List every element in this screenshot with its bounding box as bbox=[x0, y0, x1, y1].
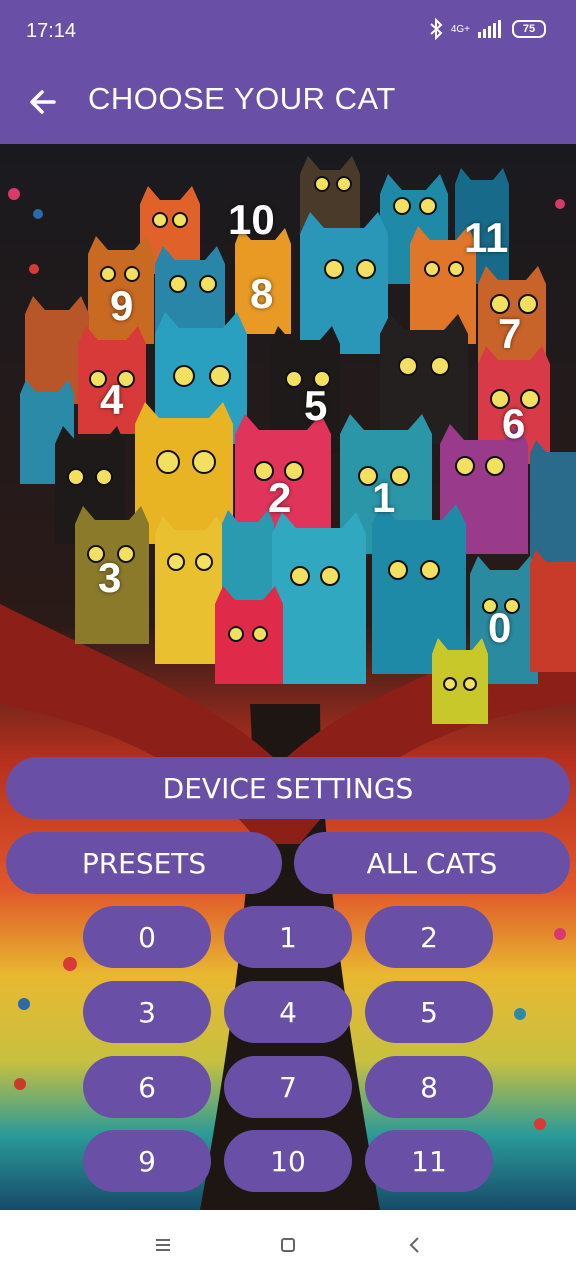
cat-number-label: 8 bbox=[250, 270, 274, 317]
all-cats-button[interactable]: ALL CATS bbox=[294, 832, 570, 894]
cat-2-button[interactable]: 2 bbox=[365, 906, 493, 968]
network-label: 4G+ bbox=[450, 23, 470, 35]
cat-number-label: 2 bbox=[268, 474, 292, 521]
cat-6-button[interactable]: 6 bbox=[83, 1056, 211, 1118]
status-bar: 17:14 4G+ 75 bbox=[0, 0, 576, 64]
status-icons: 4G+ 75 bbox=[429, 18, 546, 40]
cat-7-button[interactable]: 7 bbox=[224, 1056, 352, 1118]
cat-1-button[interactable]: 1 bbox=[224, 906, 352, 968]
cat-number-label: 10 bbox=[228, 196, 275, 243]
cat-4-button[interactable]: 4 bbox=[224, 981, 352, 1043]
back-arrow-icon[interactable] bbox=[24, 82, 64, 122]
cat-number-label: 11 bbox=[464, 214, 509, 261]
cat-10-button[interactable]: 10 bbox=[224, 1130, 352, 1192]
cat-5-button[interactable]: 5 bbox=[365, 981, 493, 1043]
cat-number-label: 0 bbox=[488, 604, 512, 651]
back-icon[interactable] bbox=[402, 1232, 428, 1258]
cat-number-label: 4 bbox=[100, 376, 124, 423]
status-time: 17:14 bbox=[26, 20, 77, 42]
battery-icon: 75 bbox=[512, 20, 546, 38]
page-title: CHOOSE YOUR CAT bbox=[88, 81, 396, 116]
cat-9-button[interactable]: 9 bbox=[83, 1130, 211, 1192]
menu-icon[interactable] bbox=[150, 1232, 176, 1258]
presets-button[interactable]: PRESETS bbox=[6, 832, 282, 894]
cat-0-button[interactable]: 0 bbox=[83, 906, 211, 968]
app-bar: CHOOSE YOUR CAT bbox=[0, 64, 576, 144]
cat-number-label: 5 bbox=[304, 382, 328, 429]
cat-11-button[interactable]: 11 bbox=[365, 1130, 493, 1192]
cat-number-label: 6 bbox=[502, 400, 526, 447]
cat-illustration bbox=[0, 144, 576, 1210]
system-nav-bar bbox=[0, 1210, 576, 1280]
cat-number-label: 7 bbox=[498, 310, 522, 357]
cat-number-label: 1 bbox=[372, 474, 396, 521]
cat-3-button[interactable]: 3 bbox=[83, 981, 211, 1043]
home-icon[interactable] bbox=[275, 1232, 301, 1258]
cat-number-label: 9 bbox=[110, 282, 134, 329]
device-settings-button[interactable]: DEVICE SETTINGS bbox=[6, 757, 570, 819]
bluetooth-icon bbox=[430, 18, 443, 40]
cat-number-label: 3 bbox=[98, 554, 122, 601]
signal-icon bbox=[478, 20, 501, 38]
cat-artwork: 10 11 9 8 7 4 5 6 2 1 3 0 bbox=[0, 144, 576, 1210]
cat-8-button[interactable]: 8 bbox=[365, 1056, 493, 1118]
